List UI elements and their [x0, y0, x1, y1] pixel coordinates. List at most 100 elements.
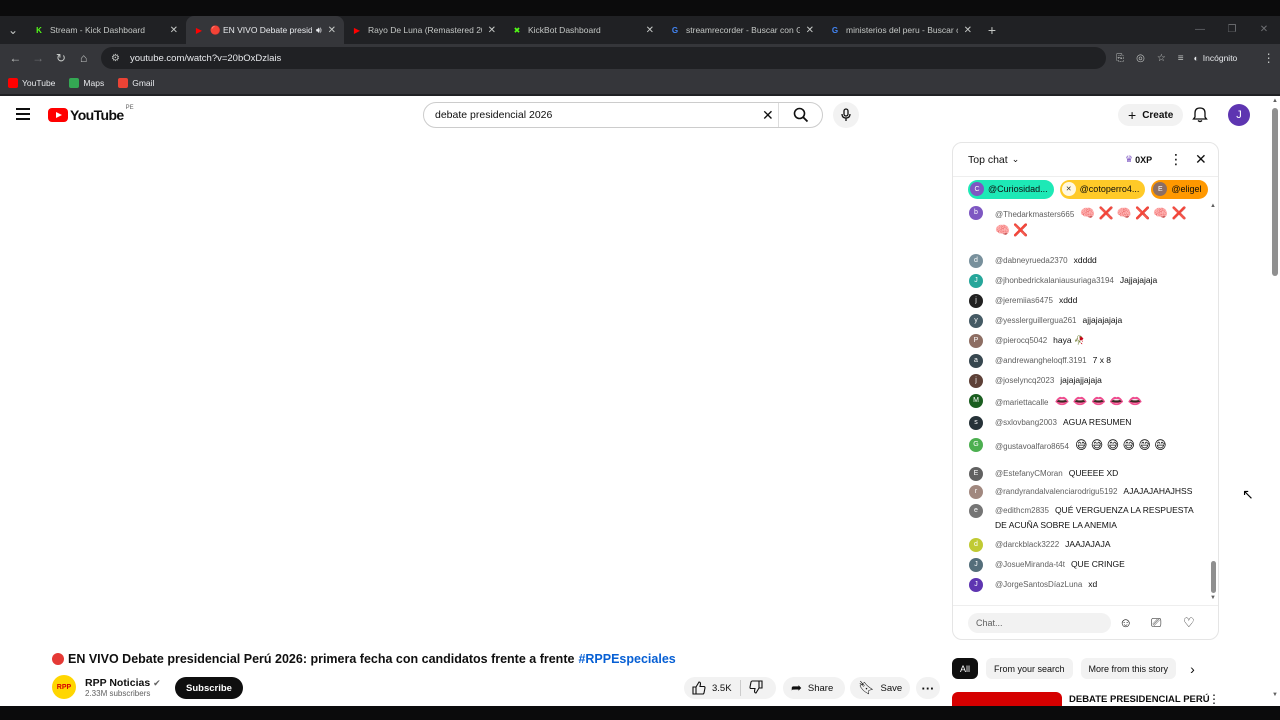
chat-author-name[interactable]: @EstefanyCMoran [995, 469, 1063, 478]
chat-author-avatar[interactable]: M [969, 394, 983, 408]
create-button[interactable]: + Create [1118, 104, 1184, 126]
site-info-icon[interactable]: ⚙ [111, 53, 120, 64]
suggested-video-title[interactable]: DEBATE PRESIDENCIAL PERÚ [1069, 694, 1210, 705]
share-button[interactable]: ➦ Share [783, 677, 845, 699]
chat-message[interactable]: e @edithcm2835 QUÉ VERGUENZA LA RESPUESTA … [953, 503, 1208, 532]
chat-message[interactable]: J @jhonbedrickalaniausuriaga3194 Jajjajaja… [953, 273, 1208, 288]
chat-message[interactable]: d @darckblack3222 JAAJAJAJA [953, 537, 1208, 552]
emoji-icon[interactable]: ☺ [1119, 615, 1132, 630]
chat-message[interactable]: M @mariettacalle 👄 👄 👄 👄 👄 [953, 393, 1208, 410]
home-button[interactable]: ⌂ [72, 51, 95, 65]
chat-author-name[interactable]: @darckblack3222 [995, 540, 1059, 549]
chat-message[interactable]: j @jeremiias6475 xddd [953, 293, 1208, 308]
chat-author-avatar[interactable]: y [969, 314, 983, 328]
video-hashtag-link[interactable]: #RPPEspeciales [578, 652, 675, 666]
reading-list-icon[interactable]: ≡ [1178, 53, 1184, 64]
subscribe-button[interactable]: Subscribe [175, 677, 243, 699]
account-avatar[interactable]: J [1228, 104, 1250, 126]
chat-message[interactable]: a @andrewangheloqff.3191 7 x 8 [953, 353, 1208, 368]
chat-author-name[interactable]: @pierocq5042 [995, 336, 1047, 345]
pinned-chip[interactable]: E @eligel [1151, 179, 1208, 199]
search-input[interactable] [435, 109, 755, 121]
browser-tab[interactable]: G streamrecorder - Buscar con Go ✕ [662, 16, 822, 44]
scroll-up-arrow-icon[interactable]: ▲ [1210, 203, 1216, 209]
page-scroll-up-icon[interactable]: ▲ [1272, 98, 1278, 104]
chat-author-avatar[interactable]: d [969, 538, 983, 552]
browser-tab[interactable]: ▶ 🔴 EN VIVO Debate preside 🔊︎ ✕ [186, 16, 344, 44]
chat-author-name[interactable]: @mariettacalle [995, 398, 1048, 407]
tab-close-icon[interactable]: ✕ [806, 25, 814, 36]
chat-message[interactable]: r @randyrandalvalenciarodrigu5192 AJAJAJAH… [953, 484, 1208, 499]
chat-author-avatar[interactable]: d [969, 254, 983, 268]
chevron-right-icon[interactable]: › [1190, 661, 1195, 677]
chat-mode-dropdown[interactable]: Top chat ⌄ [968, 154, 1019, 166]
chat-author-avatar[interactable]: J [969, 578, 983, 592]
incognito-indicator[interactable]: ◐ Incógnito [1194, 53, 1238, 63]
chat-author-avatar[interactable]: s [969, 416, 983, 430]
bookmark-item[interactable]: Gmail [118, 78, 154, 88]
chat-author-name[interactable]: @joselyncq2023 [995, 376, 1054, 385]
chat-message[interactable]: j @joselyncq2023 jajajajjajaja [953, 373, 1208, 388]
bookmark-item[interactable]: YouTube [8, 78, 55, 88]
filter-chip[interactable]: All [952, 658, 979, 679]
scroll-down-arrow-icon[interactable]: ▼ [1210, 595, 1216, 601]
tracking-protection-icon[interactable]: ◎ [1136, 53, 1145, 64]
tab-close-icon[interactable]: ✕ [964, 25, 972, 36]
minimize-button[interactable]: — [1184, 16, 1216, 44]
chat-author-avatar[interactable]: e [969, 504, 983, 518]
browser-tab[interactable]: ▶ Rayo De Luna (Remastered 201 ✕ [344, 16, 504, 44]
chat-author-name[interactable]: @jhonbedrickalaniausuriaga3194 [995, 276, 1114, 285]
save-button[interactable]: 🔖︎ Save [850, 677, 910, 699]
tab-search-button[interactable]: ⌄ [0, 16, 26, 44]
filter-chip[interactable]: From your search [986, 658, 1073, 679]
close-window-button[interactable]: ✕ [1248, 16, 1280, 44]
forward-button[interactable]: → [27, 51, 50, 65]
browser-tab[interactable]: G ministerios del peru - Buscar co ✕ [822, 16, 980, 44]
notifications-button[interactable] [1192, 106, 1208, 128]
maximize-button[interactable]: ❐ [1216, 16, 1248, 44]
close-chat-icon[interactable]: ✕ [1195, 151, 1207, 168]
super-chat-icon[interactable]: ⎚ [1151, 615, 1161, 631]
chat-scroll-thumb[interactable] [1211, 561, 1216, 593]
chat-more-icon[interactable]: ⋮ [1169, 151, 1183, 168]
tab-close-icon[interactable]: ✕ [170, 25, 178, 36]
chat-message[interactable]: E @EstefanyCMoran QUEEEE XD [953, 466, 1208, 481]
pinned-chip[interactable]: C @Curiosidad... [968, 179, 1054, 199]
chat-message[interactable]: s @sxlovbang2003 AGUA RESUMEN [953, 415, 1208, 430]
chat-author-name[interactable]: @dabneyrueda2370 [995, 256, 1068, 265]
chat-author-avatar[interactable]: j [969, 374, 983, 388]
chat-author-avatar[interactable]: J [969, 274, 983, 288]
browser-tab[interactable]: K Stream - Kick Dashboard ✕ [26, 16, 186, 44]
guide-menu-icon[interactable] [16, 108, 30, 120]
chat-author-avatar[interactable]: a [969, 354, 983, 368]
video-player[interactable] [52, 142, 936, 640]
chat-author-name[interactable]: @jeremiias6475 [995, 296, 1053, 305]
chat-author-avatar[interactable]: E [969, 467, 983, 481]
chat-author-avatar[interactable]: b [969, 206, 983, 220]
chat-message[interactable]: J @JorgeSantosDíazLuna xd [953, 577, 1208, 592]
youtube-logo[interactable]: YouTube PE [48, 105, 134, 123]
chat-author-name[interactable]: @Thedarkmasters665 [995, 210, 1074, 219]
url-bar[interactable]: ⚙ youtube.com/watch?v=20bOxDzlais [101, 47, 1107, 69]
browser-tab[interactable]: ✖ KickBot Dashboard ✕ [504, 16, 662, 44]
chat-author-avatar[interactable]: j [969, 294, 983, 308]
chat-author-name[interactable]: @JorgeSantosDíazLuna [995, 580, 1082, 589]
chat-author-avatar[interactable]: G [969, 438, 983, 452]
clear-search-icon[interactable]: ✕ [762, 107, 774, 124]
chat-author-name[interactable]: @yesslerguillergua261 [995, 316, 1077, 325]
chat-author-name[interactable]: @JosueMiranda-t4t [995, 560, 1065, 569]
bookmark-item[interactable]: Maps [69, 78, 104, 88]
chat-author-name[interactable]: @randyrandalvalenciarodrigu5192 [995, 487, 1117, 496]
chat-author-name[interactable]: @edithcm2835 [995, 506, 1049, 515]
chat-author-avatar[interactable]: J [969, 558, 983, 572]
chat-input[interactable]: Chat... [968, 612, 1111, 633]
more-actions-button[interactable]: ··· [916, 677, 940, 699]
chat-message[interactable]: J @JosueMiranda-t4t QUE CRINGE [953, 557, 1208, 572]
reload-button[interactable]: ↻ [50, 51, 73, 65]
tab-audio-icon[interactable]: 🔊︎ [316, 25, 322, 36]
bookmark-star-icon[interactable]: ☆ [1157, 53, 1166, 64]
chat-scrollbar[interactable]: ▲ ▼ [1210, 203, 1218, 603]
tab-close-icon[interactable]: ✕ [488, 25, 496, 36]
chat-author-avatar[interactable]: P [969, 334, 983, 348]
back-button[interactable]: ← [4, 51, 27, 65]
